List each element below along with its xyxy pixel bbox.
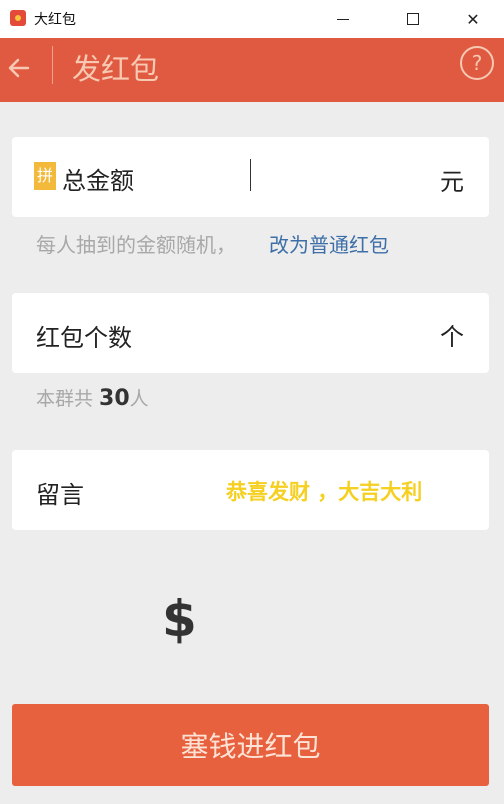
amount-display: $ [162,590,197,648]
submit-red-packet-button[interactable]: 塞钱进红包 [12,704,489,786]
close-icon: ✕ [466,9,480,29]
text-caret [250,159,251,191]
maximize-icon [407,13,419,25]
back-button[interactable] [4,48,34,88]
minimize-icon [337,18,349,20]
window-title: 大红包 [34,12,76,28]
random-amount-hint: 每人抽到的金额随机， [36,233,236,257]
app-header: 发红包 ? [0,38,504,102]
window-titlebar: 大红包 ✕ [0,0,504,39]
group-hint-suffix: 人 [129,388,149,410]
message-label: 留言 [36,481,84,509]
arrow-left-icon [8,58,30,78]
count-unit: 个 [440,323,464,351]
total-amount-label: 总金额 [62,167,134,195]
message-value: 恭喜发财 ，大吉大利 [226,480,423,504]
header-divider [52,46,53,84]
page-title: 发红包 [72,52,160,86]
message-field[interactable]: 留言 恭喜发财 ，大吉大利 [12,450,489,530]
maximize-button[interactable] [390,0,436,38]
switch-to-normal-link[interactable]: 改为普通红包 [269,229,389,258]
currency-unit: 元 [440,168,464,196]
close-button[interactable]: ✕ [450,0,496,38]
minimize-button[interactable] [320,0,366,38]
group-member-hint: 本群共 30人 [36,384,149,411]
group-hint-prefix: 本群共 [36,388,100,410]
packet-count-field[interactable]: 红包个数 个 [12,293,489,373]
group-member-count: 30 [99,386,130,411]
help-icon[interactable]: ? [460,46,494,80]
packet-count-label: 红包个数 [36,324,132,352]
pin-badge: 拼 [34,162,56,190]
app-icon [10,10,26,26]
total-amount-field[interactable]: 拼 总金额 元 [12,137,489,217]
